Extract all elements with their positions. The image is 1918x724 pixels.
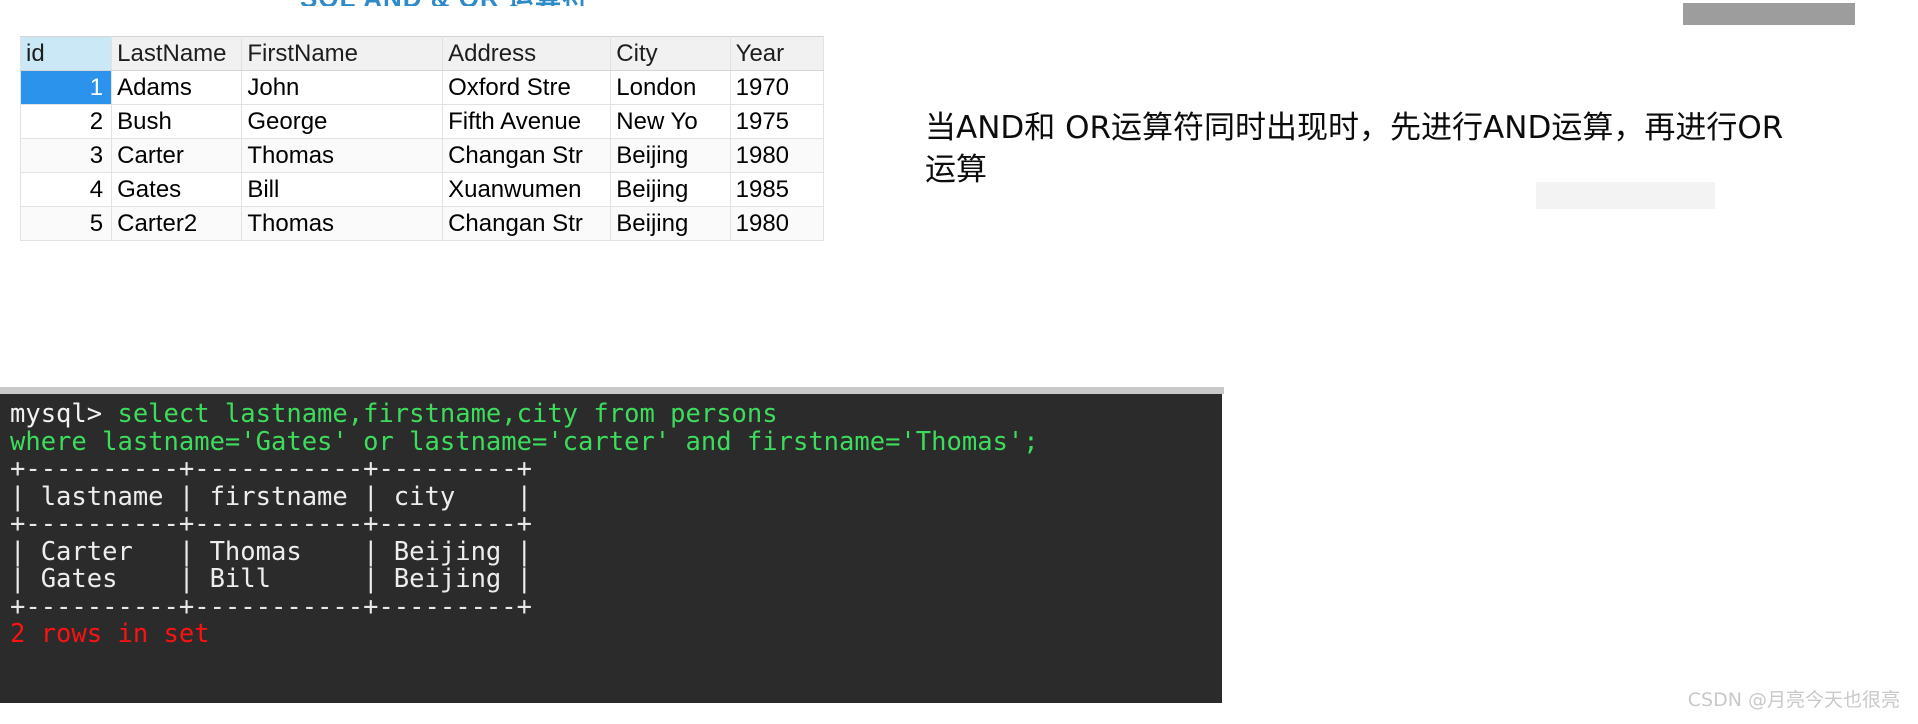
cell-year[interactable]: 1985 [729,172,825,207]
persons-table[interactable]: id LastName FirstName Address City Year … [19,36,825,241]
cell-year[interactable]: 1980 [729,138,825,173]
cell-city[interactable]: New Yo [610,104,731,139]
mysql-terminal[interactable]: mysql> select lastname,firstname,city fr… [0,394,1222,703]
terminal-rule-bottom: +----------+-----------+---------+ [10,591,532,622]
cell-address[interactable]: Xuanwumen [442,172,612,207]
cell-city[interactable]: Beijing [610,206,731,241]
cell-firstname[interactable]: Bill [241,172,444,207]
table-row[interactable]: 2 Bush George Fifth Avenue New Yo 1975 [19,104,825,139]
column-header-id[interactable]: id [19,36,113,71]
cell-address[interactable]: Oxford Stre [442,70,612,105]
explanation-note: 当AND和 OR运算符同时出现时，先进行AND运算，再进行OR运算 [925,110,1784,188]
cell-firstname[interactable]: Thomas [241,206,444,241]
terminal-query-line-1: select lastname,firstname,city from pers… [117,399,778,429]
cell-city[interactable]: London [610,70,731,105]
cell-year[interactable]: 1980 [729,206,825,241]
terminal-rule-middle: +----------+-----------+---------+ [10,509,532,539]
terminal-prompt: mysql> [10,399,118,429]
cell-lastname[interactable]: Carter2 [111,206,243,241]
cell-city[interactable]: Beijing [610,138,731,173]
table-header-row: id LastName FirstName Address City Year [19,36,825,71]
cell-firstname[interactable]: Thomas [241,138,444,173]
cell-year[interactable]: 1975 [729,104,825,139]
cell-id[interactable]: 5 [19,206,113,241]
terminal-result-row-2: | Gates | Bill | Beijing | [10,564,532,594]
terminal-status-line: 2 rows in set [10,619,210,649]
cell-id[interactable]: 2 [19,104,113,139]
cell-lastname[interactable]: Adams [111,70,243,105]
table-row[interactable]: 3 Carter Thomas Changan Str Beijing 1980 [19,138,825,173]
cell-city[interactable]: Beijing [610,172,731,207]
cell-lastname[interactable]: Bush [111,104,243,139]
cell-id[interactable]: 3 [19,138,113,173]
table-row[interactable]: 4 Gates Bill Xuanwumen Beijing 1985 [19,172,825,207]
terminal-content: mysql> select lastname,firstname,city fr… [10,399,1222,649]
cell-address[interactable]: Fifth Avenue [442,104,612,139]
column-header-address[interactable]: Address [442,36,612,71]
cell-firstname[interactable]: George [241,104,444,139]
page-title-sliver: SQL AND & OR 运算符 [300,0,1060,6]
redaction-bar-top [1683,3,1855,25]
persons-table-container: id LastName FirstName Address City Year … [19,36,825,241]
cell-address[interactable]: Changan Str [442,206,612,241]
terminal-rule-top: +----------+-----------+---------+ [10,454,532,484]
column-header-city[interactable]: City [610,36,731,71]
cell-lastname[interactable]: Carter [111,138,243,173]
table-row[interactable]: 1 Adams John Oxford Stre London 1970 [19,70,825,105]
terminal-query-line-2: where lastname='Gates' or lastname='cart… [10,426,1039,457]
terminal-header-row: | lastname | firstname | city | [10,481,532,512]
column-header-firstname[interactable]: FirstName [241,36,444,71]
cell-firstname[interactable]: John [241,70,444,105]
terminal-title-band [0,387,1224,394]
column-header-year[interactable]: Year [729,36,825,71]
cell-address[interactable]: Changan Str [442,138,612,173]
cell-lastname[interactable]: Gates [111,172,243,207]
column-header-lastname[interactable]: LastName [111,36,243,71]
cell-id[interactable]: 4 [19,172,113,207]
csdn-watermark: CSDN @月亮今天也很亮 [1687,689,1900,711]
cell-year[interactable]: 1970 [729,70,825,105]
cell-id[interactable]: 1 [19,70,113,105]
table-row[interactable]: 5 Carter2 Thomas Changan Str Beijing 198… [19,206,825,241]
terminal-result-row-1: | Carter | Thomas | Beijing | [10,536,532,567]
